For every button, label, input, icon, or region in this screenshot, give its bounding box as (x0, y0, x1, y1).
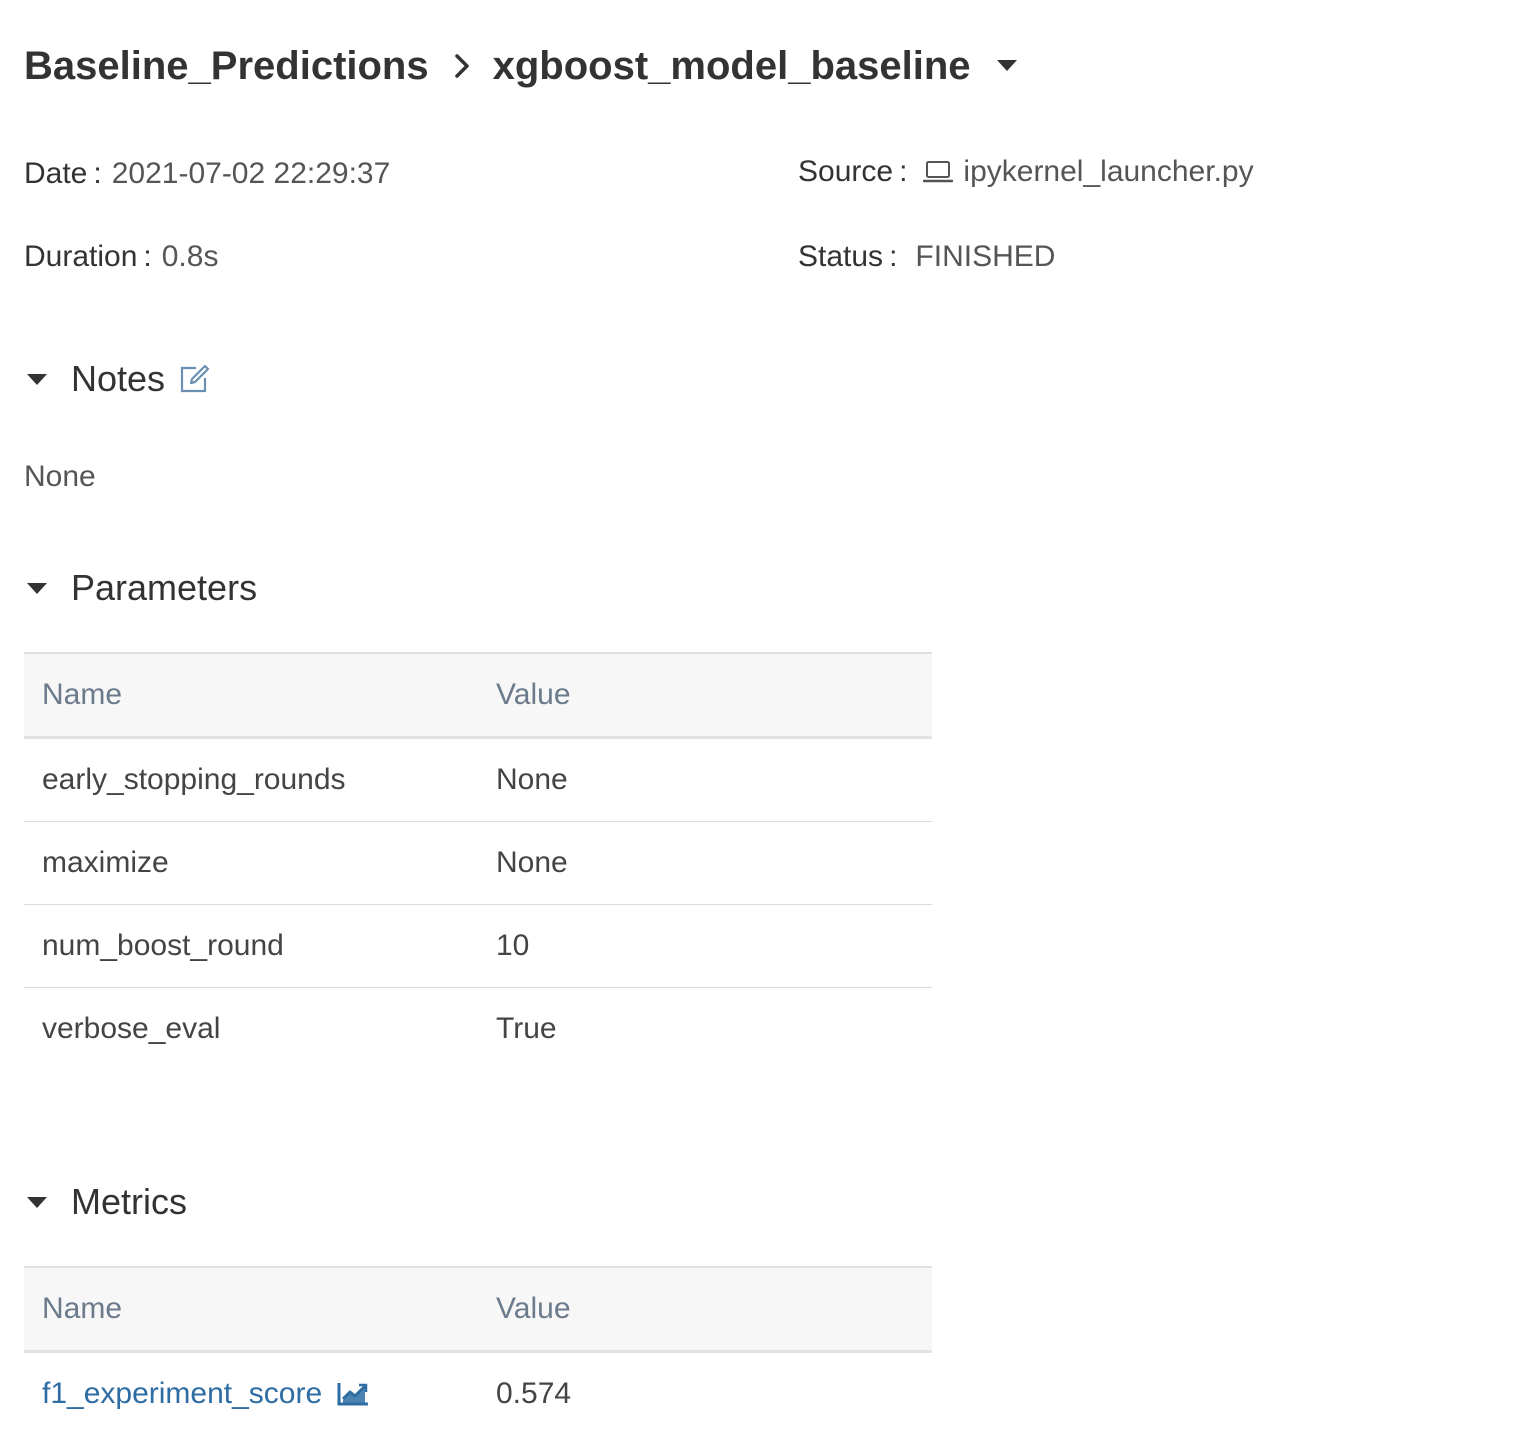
breadcrumb-experiment-link[interactable]: Baseline_Predictions (24, 44, 429, 89)
status-value: FINISHED (915, 240, 1056, 273)
param-value: True (496, 1012, 557, 1045)
breadcrumb: Baseline_Predictions xgboost_model_basel… (24, 36, 1017, 96)
date-field: Date: 2021-07-02 22:29:37 (24, 157, 391, 190)
param-name: early_stopping_rounds (24, 737, 478, 822)
laptop-icon (923, 159, 954, 185)
table-header-row: Name Value (24, 652, 932, 739)
column-header-name[interactable]: Name (24, 652, 478, 739)
chevron-right-icon (453, 52, 471, 80)
parameters-title: Parameters (71, 567, 258, 608)
collapse-triangle-icon (27, 1196, 47, 1208)
table-row: num_boost_round 10 (24, 904, 932, 988)
date-label: Date (24, 157, 88, 190)
param-value: None (478, 821, 932, 905)
line-chart-icon[interactable] (336, 1381, 370, 1407)
table-row: f1_experiment_score 0.574 (24, 1352, 932, 1436)
parameters-table: Name Value early_stopping_rounds None ma… (24, 652, 932, 1070)
status-label: Status (798, 240, 884, 273)
duration-value: 0.8s (161, 240, 219, 273)
metrics-title: Metrics (71, 1181, 187, 1222)
metric-link[interactable]: f1_experiment_score (42, 1377, 370, 1411)
metric-name[interactable]: f1_experiment_score (42, 1377, 322, 1411)
table-header-row: Name Value (24, 1266, 932, 1353)
param-name: verbose_eval (42, 1012, 221, 1045)
status-field: Status: FINISHED (798, 240, 1056, 273)
table-row: early_stopping_rounds None (24, 737, 932, 822)
collapse-triangle-icon (27, 373, 47, 385)
caret-down-icon[interactable] (996, 60, 1017, 72)
notes-section-toggle[interactable]: Notes (24, 358, 211, 400)
collapse-triangle-icon (27, 582, 47, 594)
metrics-section-toggle[interactable]: Metrics (24, 1181, 187, 1223)
metric-value: 0.574 (496, 1377, 572, 1410)
source-field: Source: ipykernel_launcher.py (798, 155, 1254, 188)
date-value: 2021-07-02 22:29:37 (111, 157, 391, 190)
source-value: ipykernel_launcher.py (963, 155, 1254, 188)
source-label: Source (798, 155, 894, 188)
parameters-section-toggle[interactable]: Parameters (24, 567, 257, 609)
param-name: maximize (24, 821, 478, 905)
param-name: num_boost_round (24, 904, 478, 988)
table-row: maximize None (24, 821, 932, 905)
metrics-table: Name Value f1_experiment_score 0.574 (24, 1266, 932, 1435)
column-header-name[interactable]: Name (24, 1266, 478, 1353)
column-header-value[interactable]: Value (478, 652, 932, 739)
param-value: 10 (478, 904, 932, 988)
column-header-value[interactable]: Value (478, 1266, 932, 1353)
metric-name-cell: f1_experiment_score (24, 1352, 478, 1436)
table-row: verbose_eval True (24, 988, 932, 1071)
notes-content: None (24, 460, 96, 493)
notes-title: Notes (71, 358, 166, 399)
edit-icon[interactable] (179, 364, 211, 394)
duration-label: Duration (24, 240, 138, 273)
run-title: xgboost_model_baseline (492, 43, 971, 88)
param-value: None (478, 737, 932, 822)
duration-field: Duration: 0.8s (24, 240, 219, 273)
